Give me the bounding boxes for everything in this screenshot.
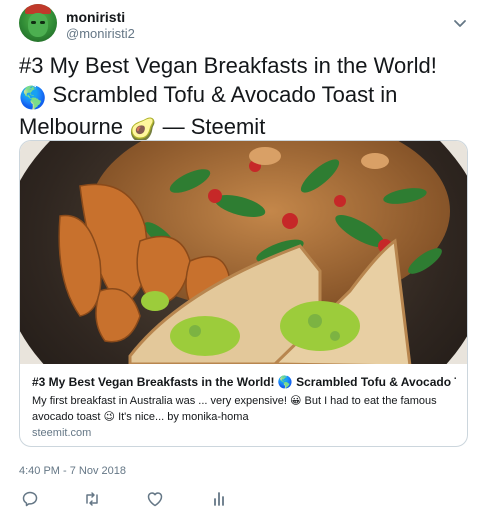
card-description-line2: avocado toast 😉 It's nice... by monika-h…	[32, 411, 249, 423]
reply-icon[interactable]	[21, 490, 39, 508]
tweet: moniristi @moniristi2 #3 My Best Vegan B…	[0, 0, 486, 521]
avatar-face	[28, 13, 48, 37]
retweet-icon[interactable]	[83, 490, 101, 508]
tweet-text-line3b: — Steemit	[162, 114, 266, 139]
user-handle[interactable]: @moniristi2	[66, 26, 135, 41]
avatar[interactable]	[19, 4, 57, 42]
tweet-text-line2: Scrambled Tofu & Avocado Toast in	[52, 82, 398, 107]
heart-icon[interactable]	[146, 490, 164, 508]
tweet-text-line3a: Melbourne	[19, 114, 123, 139]
link-card[interactable]: #3 My Best Vegan Breakfasts in the World…	[19, 140, 468, 447]
avatar-eye	[40, 21, 45, 24]
user-name[interactable]: moniristi	[66, 9, 125, 25]
chevron-down-icon[interactable]	[452, 15, 468, 31]
avatar-eye	[31, 21, 36, 24]
card-description-line1: My first breakfast in Australia was ... …	[32, 395, 437, 407]
card-domain[interactable]: steemit.com	[32, 427, 91, 439]
tweet-text: #3 My Best Vegan Breakfasts in the World…	[19, 51, 469, 144]
card-title[interactable]: #3 My Best Vegan Breakfasts in the World…	[32, 375, 456, 389]
card-description: My first breakfast in Australia was ... …	[32, 393, 452, 425]
tweet-timestamp[interactable]: 4:40 PM - 7 Nov 2018	[19, 465, 126, 477]
card-image[interactable]	[20, 141, 467, 364]
analytics-icon[interactable]	[210, 490, 228, 508]
globe-icon: 🌎	[19, 85, 47, 110]
tweet-text-line1: #3 My Best Vegan Breakfasts in the World…	[19, 53, 437, 78]
